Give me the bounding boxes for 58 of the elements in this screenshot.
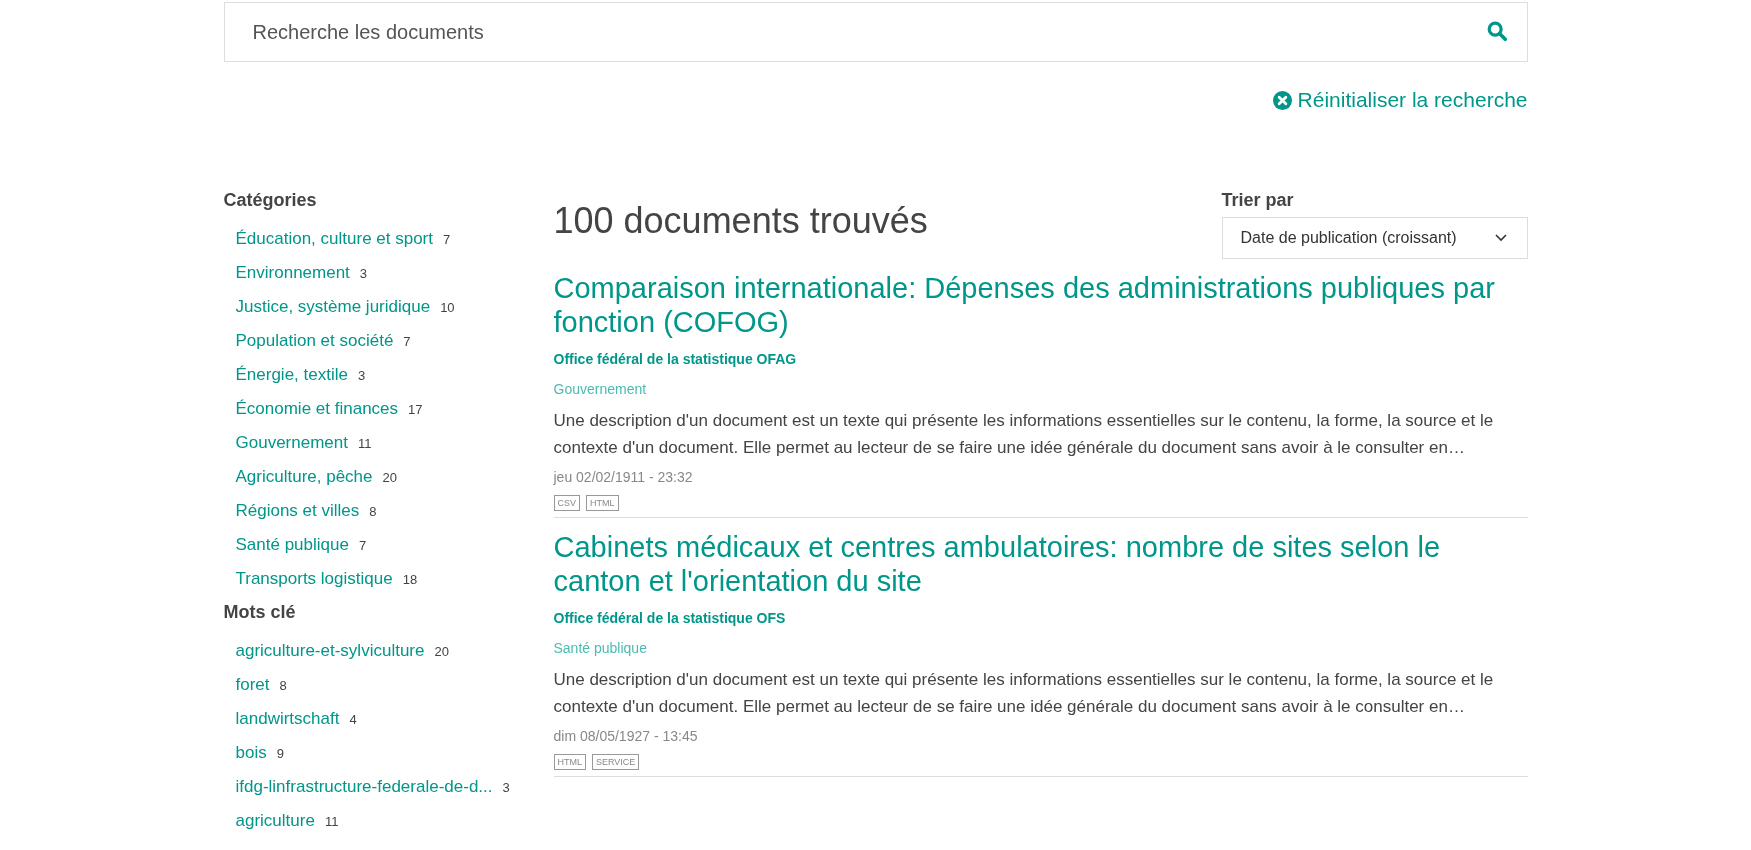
filter-link[interactable]: Agriculture, pêche: [235, 467, 373, 487]
filter-count: 18: [402, 571, 418, 587]
search-icon[interactable]: [1485, 20, 1508, 42]
filter-link[interactable]: Justice, système juridique: [235, 297, 431, 317]
filter-count: 3: [359, 265, 368, 281]
chevron-down-icon: [1494, 234, 1507, 242]
filter-count: 17: [408, 401, 423, 417]
filter-count: 9: [276, 745, 284, 761]
filter-link[interactable]: bois: [235, 743, 267, 763]
format-tag: CSV: [553, 495, 580, 511]
filter-link[interactable]: agriculture: [235, 811, 315, 831]
filter-count: 7: [403, 333, 411, 349]
format-tag: HTML: [553, 754, 586, 770]
filter-count: 11: [357, 435, 372, 451]
close-circle-icon: [1272, 90, 1292, 110]
filter-count: 7: [358, 537, 367, 553]
filter-count: 3: [357, 367, 366, 383]
sort-dropdown[interactable]: Date de publication (croissant): [1221, 217, 1528, 259]
reset-search-link[interactable]: Réinitialiser la recherche: [1272, 88, 1528, 112]
filter-count: 11: [324, 813, 339, 829]
format-tag: SERVICE: [592, 754, 640, 770]
filter-count: 20: [434, 643, 449, 659]
filter-count: 7: [443, 231, 451, 247]
filter-link[interactable]: Éducation, culture et sport: [235, 229, 433, 249]
filter-count: 8: [369, 503, 377, 519]
filter-heading: Mots clé: [223, 602, 297, 624]
filter-count: 3: [502, 779, 510, 795]
category-text: Gouvernement: [553, 381, 648, 397]
filter-count: 20: [382, 469, 397, 485]
result-date: dim 08/05/1927 - 13:45: [553, 728, 699, 744]
result-description: Une description d'un document est un texte qui présente les informations essentielles sur le contenu, la forme, la source et le contexte d'un document. Elle permet au lecteur de se faire une idée générale du document sans avoir à le consulter en…: [553, 669, 1495, 718]
category-text: Santé publique: [553, 640, 648, 656]
filter-link[interactable]: ifdg-linfrastructure-federale-de-d...: [235, 777, 493, 797]
publisher-text: Office fédéral de la statistique OFAG: [553, 351, 798, 367]
filter-heading: Catégories: [223, 190, 318, 212]
filter-count: 4: [349, 711, 357, 727]
filter-link[interactable]: Environnement: [235, 263, 350, 283]
results-count-heading: 100 documents trouvés: [553, 200, 928, 242]
sort-label: Trier par: [1221, 190, 1295, 211]
filter-link[interactable]: Énergie, textile: [235, 365, 348, 385]
format-tag: HTML: [586, 495, 619, 511]
filter-link[interactable]: Économie et finances: [235, 399, 399, 419]
filter-link[interactable]: agriculture-et-sylviculture: [235, 641, 425, 661]
search-field[interactable]: Recherche les documents: [223, 2, 1528, 62]
filter-link[interactable]: foret: [235, 675, 270, 695]
filter-link[interactable]: Régions et villes: [235, 501, 360, 521]
filter-count: 10: [440, 299, 455, 315]
result-description: Une description d'un document est un texte qui présente les informations essentielles sur le contenu, la forme, la source et le contexte d'un document. Elle permet au lecteur de se faire une idée générale du document sans avoir à le consulter en…: [553, 410, 1495, 459]
filter-count: 8: [279, 677, 287, 693]
filter-link[interactable]: landwirtschaft: [235, 709, 340, 729]
result-date: jeu 02/02/1911 - 23:32: [553, 469, 694, 485]
result-title-link[interactable]: Cabinets médicaux et centres ambulatoires: nombre de sites selon le canton et l'orientation du site: [553, 530, 1528, 598]
result-title-link[interactable]: Comparaison internationale: Dépenses des administrations publiques par fonction (COFOG): [553, 271, 1528, 339]
filter-link[interactable]: Transports logistique: [235, 569, 393, 589]
filter-link[interactable]: Santé publique: [235, 535, 349, 555]
filter-link[interactable]: Gouvernement: [235, 433, 348, 453]
filter-link[interactable]: Population et société: [235, 331, 394, 351]
publisher-text: Office fédéral de la statistique OFS: [553, 610, 787, 626]
